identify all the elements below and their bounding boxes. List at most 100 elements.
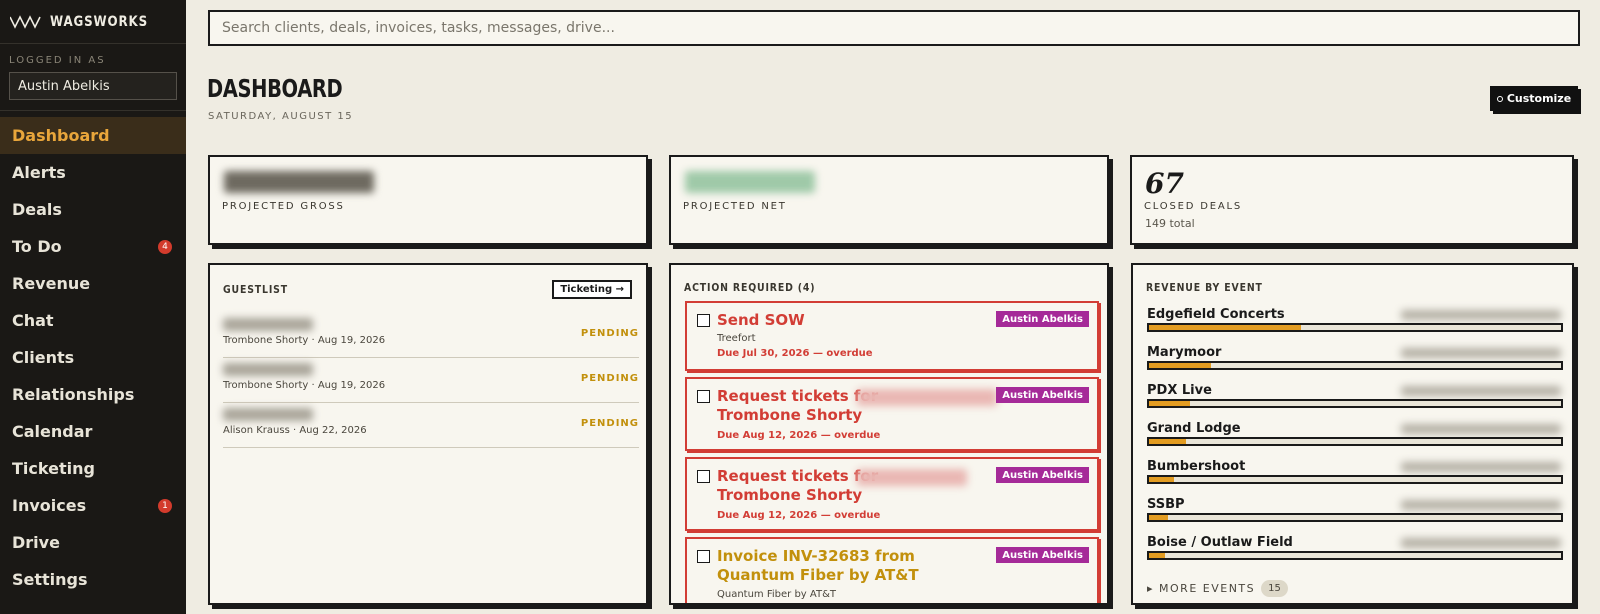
task-checkbox[interactable] — [697, 314, 710, 327]
event-name: Edgefield Concerts — [1147, 307, 1285, 322]
task-client-name — [857, 469, 967, 486]
closed-deals-value: 67 — [1145, 167, 1184, 200]
action-required-title: ACTION REQUIRED (4) — [684, 281, 816, 294]
event-revenue-bar — [1147, 551, 1563, 560]
task-client-name — [857, 389, 997, 406]
task-title: Invoice INV-32683 from Quantum Fiber by … — [717, 547, 919, 584]
event-amount — [1401, 424, 1561, 434]
action-required-panel: ACTION REQUIRED (4) Send SOW Treefort Due … — [669, 263, 1109, 605]
task-subtitle: Quantum Fiber by AT&T — [717, 589, 836, 600]
brand-name: WAGSWORKS — [50, 13, 148, 30]
event-revenue-bar — [1147, 513, 1563, 522]
guest-meta: Trombone Shorty · Aug 19, 2026 — [223, 380, 386, 391]
task-title: Send SOW — [717, 311, 805, 329]
event-amount — [1401, 462, 1561, 472]
guestlist-panel: GUESTLIST Ticketing → Trombone Shorty · … — [208, 263, 648, 605]
event-revenue-bar — [1147, 323, 1563, 332]
guestlist-row[interactable]: Trombone Shorty · Aug 19, 2026 PENDING — [223, 358, 639, 403]
main-content: Search clients, deals, invoices, tasks, … — [186, 0, 1600, 614]
sidebar-item-label: Chat — [12, 311, 54, 330]
sidebar: WAGSWORKS LOGGED IN AS Austin Abelkis Da… — [0, 0, 186, 614]
guest-status: PENDING — [580, 328, 639, 339]
sidebar-item-label: Drive — [12, 533, 60, 552]
sidebar-item-dashboard[interactable]: Dashboard — [0, 117, 186, 154]
customize-button[interactable]: Customize — [1490, 86, 1578, 111]
revenue-by-event-panel: REVENUE BY EVENT Edgefield Concerts Marym… — [1131, 263, 1574, 605]
sidebar-item-label: Dashboard — [12, 126, 110, 145]
owner-badge: Austin Abelkis — [996, 387, 1089, 403]
sidebar-item-chat[interactable]: Chat — [0, 302, 186, 339]
task-checkbox[interactable] — [697, 390, 710, 403]
sidebar-item-label: Deals — [12, 200, 62, 219]
event-revenue-fill — [1149, 401, 1191, 406]
event-name: PDX Live — [1147, 383, 1212, 398]
event-name: Marymoor — [1147, 345, 1222, 360]
more-events-text: MORE EVENTS — [1159, 582, 1256, 595]
more-events-count: 15 — [1261, 580, 1288, 597]
more-events-label: ▸ — [1147, 582, 1160, 595]
sidebar-item-label: Alerts — [12, 163, 66, 182]
task-checkbox[interactable] — [697, 550, 710, 563]
guest-name — [223, 408, 313, 421]
sidebar-item-label: Invoices — [12, 496, 87, 515]
owner-badge: Austin Abelkis — [996, 467, 1089, 483]
event-revenue-fill — [1149, 553, 1166, 558]
sidebar-item-clients[interactable]: Clients — [0, 339, 186, 376]
closed-deals-label: CLOSED DEALS — [1144, 201, 1242, 212]
task-card[interactable]: Invoice INV-32683 from Quantum Fiber by … — [685, 537, 1099, 603]
sidebar-item-invoices[interactable]: Invoices 1 — [0, 487, 186, 524]
event-revenue-fill — [1149, 363, 1211, 368]
projected-net-card: PROJECTED NET — [669, 155, 1109, 245]
sidebar-item-calendar[interactable]: Calendar — [0, 413, 186, 450]
task-card[interactable]: Send SOW Treefort Due Jul 30, 2026 — overd… — [685, 301, 1099, 371]
revenue-title: REVENUE BY EVENT — [1146, 281, 1263, 294]
sidebar-item-ticketing[interactable]: Ticketing — [0, 450, 186, 487]
guest-status: PENDING — [580, 373, 639, 384]
search-input[interactable]: Search clients, deals, invoices, tasks, … — [208, 10, 1580, 46]
guestlist-row[interactable]: Alison Krauss · Aug 22, 2026 PENDING — [223, 403, 639, 448]
sidebar-item-drive[interactable]: Drive — [0, 524, 186, 561]
event-revenue-fill — [1149, 515, 1168, 520]
customize-icon — [1496, 95, 1503, 102]
sidebar-item-label: Settings — [12, 570, 88, 589]
task-card[interactable]: Request tickets for Trombone ShortyDue A… — [685, 457, 1099, 531]
guest-meta: Trombone Shorty · Aug 19, 2026 — [223, 335, 386, 346]
sidebar-item-settings[interactable]: Settings — [0, 561, 186, 598]
guest-meta: Alison Krauss · Aug 22, 2026 — [223, 425, 367, 436]
guestlist-title: GUESTLIST — [223, 283, 288, 296]
event-revenue-bar — [1147, 437, 1563, 446]
sidebar-item-to-do[interactable]: To Do 4 — [0, 228, 186, 265]
sidebar-item-revenue[interactable]: Revenue — [0, 265, 186, 302]
sidebar-item-alerts[interactable]: Alerts — [0, 154, 186, 191]
projected-net-label: PROJECTED NET — [683, 201, 787, 212]
user-select[interactable]: Austin Abelkis — [9, 72, 177, 100]
more-events-link[interactable]: ▸ MORE EVENTS 15 — [1147, 580, 1288, 597]
task-card[interactable]: Request tickets for Trombone ShortyDue A… — [685, 377, 1099, 451]
event-name: Bumbershoot — [1147, 459, 1246, 474]
guestlist-row[interactable]: Trombone Shorty · Aug 19, 2026 PENDING — [223, 313, 639, 358]
owner-badge: Austin Abelkis — [996, 547, 1089, 563]
event-amount — [1401, 538, 1561, 548]
task-checkbox[interactable] — [697, 470, 710, 483]
customize-label: Customize — [1506, 92, 1572, 105]
event-name: Boise / Outlaw Field — [1147, 535, 1293, 550]
page-date: SATURDAY, AUGUST 15 — [208, 111, 354, 122]
brand[interactable]: WAGSWORKS — [0, 0, 186, 44]
event-amount — [1401, 310, 1561, 320]
event-revenue-bar — [1147, 475, 1563, 484]
ticketing-button[interactable]: Ticketing → — [552, 280, 632, 299]
guest-name — [223, 363, 313, 376]
event-revenue-fill — [1149, 477, 1174, 482]
event-amount — [1401, 386, 1561, 396]
page-title: DASHBOARD — [207, 74, 343, 103]
sidebar-item-relationships[interactable]: Relationships — [0, 376, 186, 413]
closed-deals-card: 67 CLOSED DEALS 149 total — [1130, 155, 1574, 245]
event-revenue-bar — [1147, 361, 1563, 370]
count-badge: 1 — [158, 498, 172, 513]
event-amount — [1401, 500, 1561, 510]
sidebar-item-deals[interactable]: Deals — [0, 191, 186, 228]
guest-name — [223, 318, 313, 331]
event-name: SSBP — [1147, 497, 1185, 512]
projected-net-value — [685, 171, 815, 193]
sidebar-divider — [0, 110, 186, 111]
